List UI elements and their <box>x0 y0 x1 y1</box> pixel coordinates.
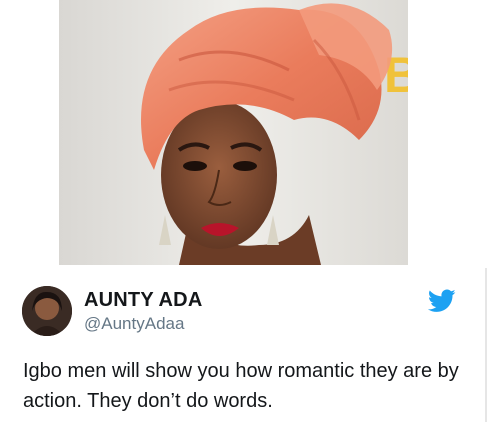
author-handle[interactable]: @AuntyAdaa <box>84 314 184 334</box>
tweet-text: Igbo men will show you how romantic they… <box>23 360 459 412</box>
tweet-photo[interactable]: B <box>59 0 408 265</box>
portrait-illustration: B <box>59 0 408 265</box>
author-name[interactable]: AUNTY ADA <box>84 289 202 312</box>
scrollbar-track <box>485 268 487 422</box>
avatar-image <box>22 286 72 336</box>
twitter-bird-icon[interactable] <box>427 289 456 313</box>
avatar[interactable] <box>22 286 72 336</box>
